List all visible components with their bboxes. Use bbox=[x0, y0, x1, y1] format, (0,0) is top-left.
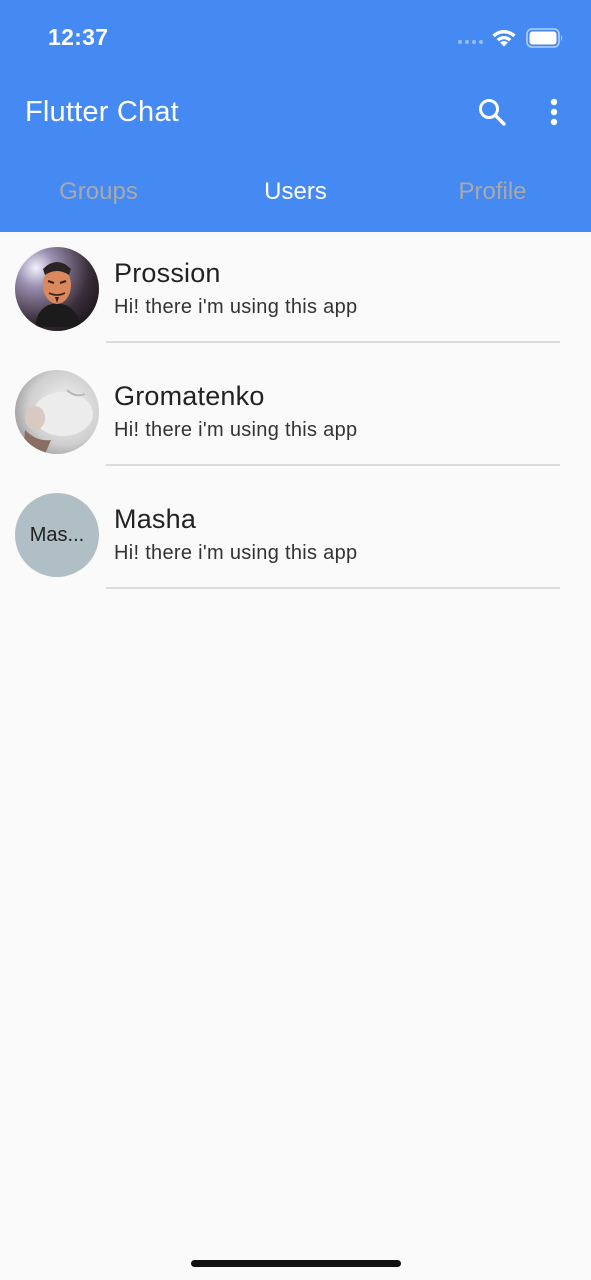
user-name: Gromatenko bbox=[114, 381, 265, 411]
list-item[interactable]: Gromatenko Hi! there i'm using this app bbox=[0, 355, 591, 478]
avatar bbox=[15, 370, 99, 454]
user-status: Hi! there i'm using this app bbox=[114, 419, 358, 441]
divider bbox=[106, 341, 560, 343]
app-bar: 12:37 Flutter Chat Groups Users Profile bbox=[0, 0, 591, 232]
search-icon bbox=[479, 99, 506, 126]
user-list: Prossion Hi! there i'm using this app Gr… bbox=[0, 232, 591, 601]
tab-groups[interactable]: Groups bbox=[0, 160, 197, 224]
app-title: Flutter Chat bbox=[25, 96, 179, 128]
signal-icon bbox=[458, 40, 483, 44]
battery-icon bbox=[526, 28, 563, 48]
avatar-photo bbox=[15, 247, 99, 331]
status-time: 12:37 bbox=[48, 24, 109, 50]
divider bbox=[106, 464, 560, 466]
wifi-icon bbox=[492, 30, 516, 47]
list-item[interactable]: Prossion Hi! there i'm using this app bbox=[0, 232, 591, 355]
tab-users[interactable]: Users bbox=[197, 160, 394, 224]
more-options-button[interactable] bbox=[536, 92, 572, 132]
list-item[interactable]: Mas... Masha Hi! there i'm using this ap… bbox=[0, 478, 591, 601]
tab-profile[interactable]: Profile bbox=[394, 160, 591, 224]
avatar: Mas... bbox=[15, 493, 99, 577]
divider bbox=[106, 587, 560, 589]
home-indicator[interactable] bbox=[191, 1260, 401, 1267]
user-status: Hi! there i'm using this app bbox=[114, 296, 358, 318]
avatar-initials: Mas... bbox=[15, 493, 99, 577]
user-name: Prossion bbox=[114, 258, 221, 288]
avatar-photo bbox=[15, 370, 99, 454]
user-status: Hi! there i'm using this app bbox=[114, 542, 358, 564]
avatar bbox=[15, 247, 99, 331]
more-vert-icon bbox=[550, 98, 558, 126]
tab-bar: Groups Users Profile bbox=[0, 160, 591, 224]
user-name: Masha bbox=[114, 504, 197, 534]
search-button[interactable] bbox=[472, 92, 512, 132]
